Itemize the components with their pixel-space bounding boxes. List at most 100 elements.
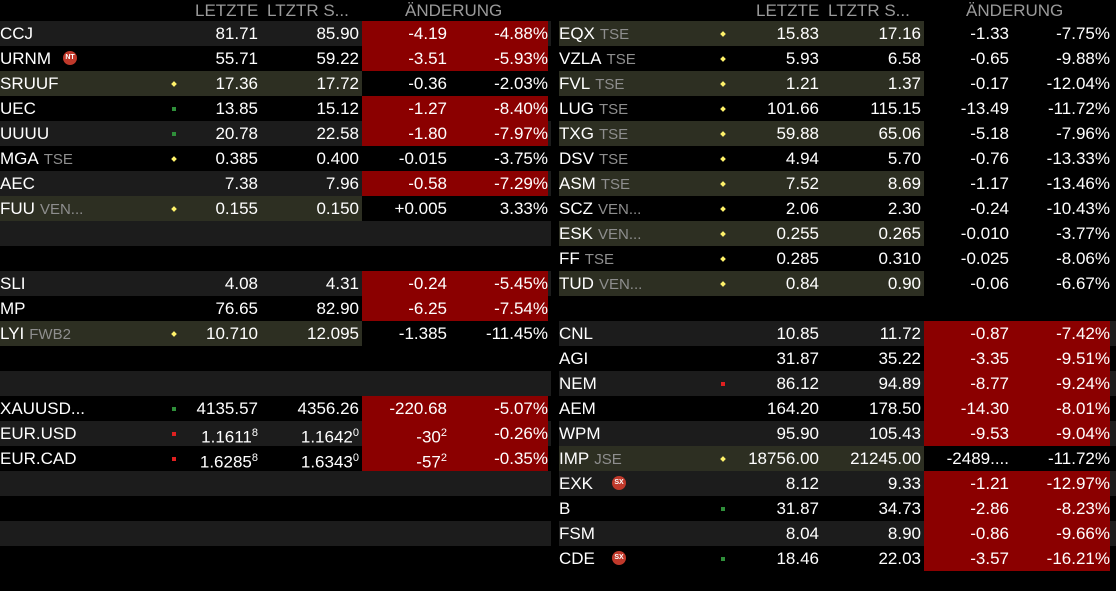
quote-row[interactable]: MP 76.65 82.90 -6.25 -7.54%	[0, 296, 551, 321]
quote-row[interactable]: NEM 86.12 94.89 -8.77 -9.24%	[559, 371, 1116, 396]
quote-row[interactable]	[0, 246, 551, 271]
prev-close: 35.22	[819, 346, 921, 371]
prev-close: 0.400	[257, 146, 359, 171]
ticker-symbol[interactable]: XAUUSD...	[0, 396, 85, 421]
header-last[interactable]: LETZTE	[756, 0, 819, 21]
change-percent: -7.29%	[447, 171, 548, 196]
quote-row[interactable]: EXK SX 8.12 9.33 -1.21 -12.97%	[559, 471, 1116, 496]
quote-row[interactable]: EQX TSE 15.83 17.16 -1.33 -7.75%	[559, 21, 1116, 46]
quote-row[interactable]	[0, 371, 551, 396]
ticker-symbol[interactable]: LYI FWB2	[0, 321, 71, 346]
quote-row[interactable]	[0, 221, 551, 246]
quote-row[interactable]: ASM TSE 7.52 8.69 -1.17 -13.46%	[559, 171, 1116, 196]
quote-row[interactable]: FUU VEN... 0.155 0.150 +0.005 3.33%	[0, 196, 551, 221]
ticker-symbol[interactable]: TUD VEN...	[559, 271, 642, 296]
change-percent: -11.45%	[447, 321, 548, 346]
quote-row[interactable]: TXG TSE 59.88 65.06 -5.18 -7.96%	[559, 121, 1116, 146]
ticker-symbol[interactable]: AEC	[0, 171, 35, 196]
quote-row[interactable]: CDE SX 18.46 22.03 -3.57 -16.21%	[559, 546, 1116, 571]
quote-row[interactable]: TUD VEN... 0.84 0.90 -0.06 -6.67%	[559, 271, 1116, 296]
quote-row[interactable]: DSV TSE 4.94 5.70 -0.76 -13.33%	[559, 146, 1116, 171]
ticker-symbol[interactable]: TXG TSE	[559, 121, 628, 146]
ticker-symbol[interactable]: NEM	[559, 371, 597, 396]
ticker-symbol[interactable]: EQX TSE	[559, 21, 629, 46]
ticker-symbol[interactable]: UUUU	[0, 121, 49, 146]
header-last[interactable]: LETZTE	[195, 0, 258, 21]
change-value: -0.65	[924, 46, 1009, 71]
ticker-symbol[interactable]: SRUUF	[0, 71, 59, 96]
ticker-symbol[interactable]: CNL	[559, 321, 593, 346]
quote-row[interactable]: FF TSE 0.285 0.310 -0.025 -8.06%	[559, 246, 1116, 271]
ticker-symbol[interactable]: FUU VEN...	[0, 196, 83, 221]
prev-close: 0.265	[819, 221, 921, 246]
ticker-symbol[interactable]: LUG TSE	[559, 96, 628, 121]
quote-row[interactable]: VZLA TSE 5.93 6.58 -0.65 -9.88%	[559, 46, 1116, 71]
last-price: 81.71	[92, 21, 258, 46]
ticker-symbol[interactable]: ESK VEN...	[559, 221, 641, 246]
header-prev-close[interactable]: LTZTR S...	[828, 0, 910, 21]
quote-row[interactable]: URNM NT 55.71 59.22 -3.51 -5.93%	[0, 46, 551, 71]
ticker-symbol[interactable]: WPM	[559, 421, 601, 446]
ticker-symbol[interactable]: EUR.CAD	[0, 446, 77, 471]
ticker-symbol[interactable]: FVL TSE	[559, 71, 624, 96]
news-badge-icon[interactable]: SX	[612, 551, 626, 565]
quote-row[interactable]: B 31.87 34.73 -2.86 -8.23%	[559, 496, 1116, 521]
quote-row[interactable]: IMP JSE 18756.00 21245.00 -2489.... -11.72%	[559, 446, 1116, 471]
quote-row[interactable]: WPM 95.90 105.43 -9.53 -9.04%	[559, 421, 1116, 446]
news-badge-icon[interactable]: NT	[63, 51, 77, 65]
quote-row[interactable]: LYI FWB2 10.710 12.095 -1.385 -11.45%	[0, 321, 551, 346]
quote-row[interactable]: EUR.USD 1.16118 1.16420 -302 -0.26%	[0, 421, 551, 447]
quote-row[interactable]: SCZ VEN... 2.06 2.30 -0.24 -10.43%	[559, 196, 1116, 221]
quote-row[interactable]: EUR.CAD 1.62858 1.63430 -572 -0.35%	[0, 446, 551, 472]
header-prev-close[interactable]: LTZTR S...	[267, 0, 349, 21]
quote-row[interactable]: FVL TSE 1.21 1.37 -0.17 -12.04%	[559, 71, 1116, 96]
quote-row[interactable]: ESK VEN... 0.255 0.265 -0.010 -3.77%	[559, 221, 1116, 246]
change-value-text: -0.010	[960, 224, 1009, 243]
ticker-symbol[interactable]: CDE	[559, 546, 595, 571]
ticker-symbol[interactable]: AGI	[559, 346, 588, 371]
quote-row[interactable]: CCJ 81.71 85.90 -4.19 -4.88%	[0, 21, 551, 46]
ticker-symbol[interactable]: MP	[0, 296, 26, 321]
ticker-symbol[interactable]: VZLA TSE	[559, 46, 636, 71]
quote-row[interactable]: UEC 13.85 15.12 -1.27 -8.40%	[0, 96, 551, 121]
ticker-symbol[interactable]: EXK	[559, 471, 593, 496]
ticker-symbol[interactable]: CCJ	[0, 21, 33, 46]
ticker-symbol[interactable]: ASM TSE	[559, 171, 630, 196]
ticker-symbol[interactable]: MGA TSE	[0, 146, 73, 171]
prev-close-text: 0.400	[316, 149, 359, 168]
quote-row[interactable]: AEM 164.20 178.50 -14.30 -8.01%	[559, 396, 1116, 421]
change-percent: -0.26%	[447, 421, 548, 446]
quote-row[interactable]: CNL 10.85 11.72 -0.87 -7.42%	[559, 321, 1116, 346]
quote-row[interactable]: XAUUSD... 4135.57 4356.26 -220.68 -5.07%	[0, 396, 551, 421]
ticker-symbol[interactable]: DSV TSE	[559, 146, 628, 171]
ticker-symbol[interactable]: FSM	[559, 521, 595, 546]
ticker-symbol[interactable]: EUR.USD	[0, 421, 77, 446]
header-change[interactable]: ÄNDERUNG	[966, 0, 1063, 21]
quote-row[interactable]: AEC 7.38 7.96 -0.58 -7.29%	[0, 171, 551, 196]
quote-row[interactable]	[0, 496, 551, 521]
news-badge-icon[interactable]: SX	[612, 476, 626, 490]
ticker-symbol[interactable]: SLI	[0, 271, 26, 296]
ticker-symbol[interactable]: UEC	[0, 96, 36, 121]
quote-row[interactable]	[0, 521, 551, 546]
ticker-symbol[interactable]: IMP JSE	[559, 446, 622, 471]
quote-row[interactable]	[559, 296, 1116, 321]
quote-row[interactable]: LUG TSE 101.66 115.15 -13.49 -11.72%	[559, 96, 1116, 121]
quote-row[interactable]	[0, 471, 551, 496]
prev-close	[257, 246, 359, 271]
last-price	[92, 521, 258, 546]
ticker-symbol[interactable]: B	[559, 496, 570, 521]
quote-row[interactable]: MGA TSE 0.385 0.400 -0.015 -3.75%	[0, 146, 551, 171]
quote-row[interactable]: SRUUF 17.36 17.72 -0.36 -2.03%	[0, 71, 551, 96]
ticker-symbol[interactable]: SCZ VEN...	[559, 196, 641, 221]
header-change[interactable]: ÄNDERUNG	[405, 0, 502, 21]
ticker-symbol[interactable]: AEM	[559, 396, 596, 421]
quote-row[interactable]: AGI 31.87 35.22 -3.35 -9.51%	[559, 346, 1116, 371]
quote-row[interactable]	[0, 346, 551, 371]
ticker-symbol[interactable]: URNM	[0, 46, 51, 71]
ticker-symbol[interactable]: FF TSE	[559, 246, 614, 271]
quote-row[interactable]: SLI 4.08 4.31 -0.24 -5.45%	[0, 271, 551, 296]
quote-row[interactable]: FSM 8.04 8.90 -0.86 -9.66%	[559, 521, 1116, 546]
prev-close-text: 6.58	[887, 49, 921, 68]
quote-row[interactable]: UUUU 20.78 22.58 -1.80 -7.97%	[0, 121, 551, 146]
